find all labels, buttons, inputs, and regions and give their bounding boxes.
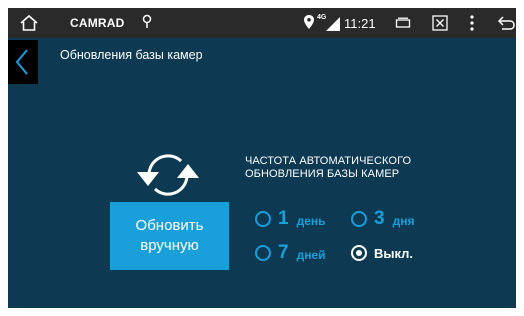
- radio-off[interactable]: [351, 245, 367, 261]
- clock: 11:21: [344, 16, 376, 31]
- radio-7-days[interactable]: [255, 245, 271, 261]
- back-icon[interactable]: [497, 15, 516, 31]
- option-off[interactable]: Выкл.: [351, 242, 413, 264]
- manual-update-button[interactable]: Обновить вручную: [110, 202, 229, 270]
- window-icon[interactable]: [395, 17, 411, 29]
- app-screen: CAMRAD 4G 11:21 Обновления базы камер Об…: [8, 8, 516, 308]
- location-icon: [304, 15, 314, 29]
- page-title: Обновления базы камер: [60, 48, 203, 62]
- option-unit: день: [296, 214, 326, 228]
- option-number: 3: [374, 208, 385, 229]
- option-number: 1: [278, 208, 289, 229]
- sync-icon: [137, 154, 199, 196]
- manual-update-label-line2: вручную: [140, 237, 199, 254]
- option-unit: дней: [296, 248, 326, 262]
- radio-3-days[interactable]: [351, 211, 367, 227]
- screenshot-icon[interactable]: [432, 15, 448, 31]
- frequency-heading-line1: ЧАСТОТА АВТОМАТИЧЕСКОГО: [245, 155, 412, 167]
- network-type-label: 4G: [317, 14, 327, 21]
- app-name: CAMRAD: [70, 16, 125, 30]
- option-1-day[interactable]: 1 день: [255, 208, 326, 230]
- option-unit: дня: [392, 214, 415, 228]
- option-7-days[interactable]: 7 дней: [255, 242, 326, 264]
- chevron-left-icon: [15, 49, 28, 75]
- manual-update-label-line1: Обновить: [135, 217, 204, 234]
- radio-1-day[interactable]: [255, 211, 271, 227]
- option-3-days[interactable]: 3 дня: [351, 208, 414, 230]
- frequency-heading-line2: ОБНОВЛЕНИЯ БАЗЫ КАМЕР: [245, 168, 400, 180]
- option-number: 7: [278, 242, 289, 263]
- signal-icon: 4G: [317, 12, 341, 32]
- overflow-menu-icon[interactable]: [469, 15, 475, 31]
- home-icon[interactable]: [19, 14, 39, 32]
- option-off-label: Выкл.: [374, 245, 414, 261]
- gps-pin-icon: [142, 14, 152, 28]
- status-bar: CAMRAD 4G 11:21: [8, 8, 516, 38]
- back-button[interactable]: [8, 40, 38, 84]
- frequency-heading: ЧАСТОТА АВТОМАТИЧЕСКОГО ОБНОВЛЕНИЯ БАЗЫ …: [245, 155, 411, 181]
